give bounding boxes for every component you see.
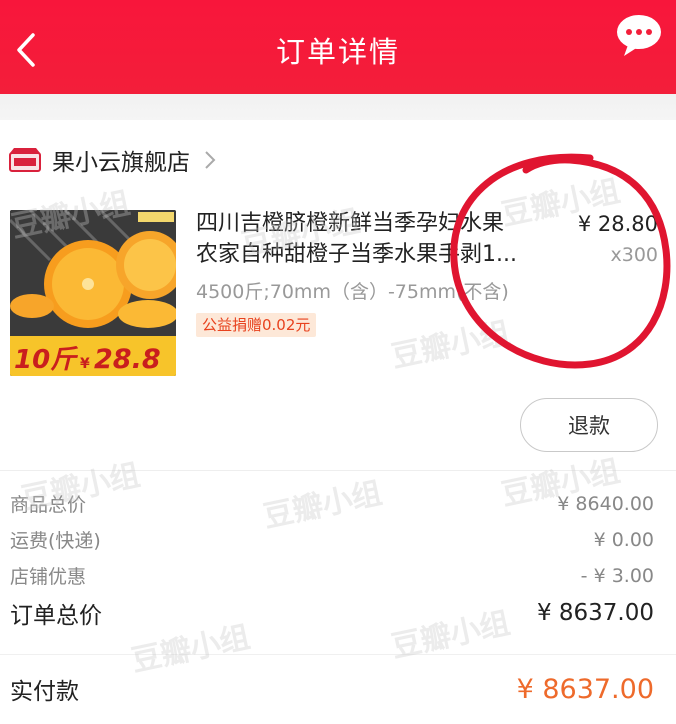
page-title: 订单详情 bbox=[275, 35, 400, 69]
discount-row: 店铺优惠 - ¥ 3.00 bbox=[10, 562, 654, 589]
watermark: 豆瓣小组 bbox=[388, 315, 514, 376]
product-title[interactable]: 四川吉橙脐橙新鲜当季孕妇水果 农家自种甜橙子当季水果手剥1... bbox=[196, 208, 544, 270]
paid-value: ¥ 8637.00 bbox=[516, 673, 654, 705]
order-total-label: 订单总价 bbox=[10, 603, 102, 629]
image-price-text: 28.8 bbox=[94, 344, 161, 375]
chat-bubble-icon bbox=[617, 15, 661, 56]
divider bbox=[0, 470, 676, 471]
shipping-label: 运费(快递) bbox=[10, 530, 101, 552]
goods-total-value: ¥ 8640.00 bbox=[557, 492, 654, 515]
goods-total-row: 商品总价 ¥ 8640.00 bbox=[10, 490, 654, 517]
order-total-row: 订单总价 ¥ 8637.00 bbox=[10, 596, 654, 630]
shipping-value: ¥ 0.00 bbox=[593, 528, 654, 551]
charity-badge: 公益捐赠0.02元 bbox=[196, 313, 317, 337]
orange-photo: 10斤 ¥ 28.8 bbox=[10, 210, 176, 376]
discount-label: 店铺优惠 bbox=[10, 566, 87, 588]
back-arrow-icon bbox=[17, 33, 35, 67]
paid-label: 实付款 bbox=[10, 679, 79, 705]
image-price-prefix: ¥ bbox=[80, 356, 90, 372]
goods-total-label: 商品总价 bbox=[10, 494, 87, 516]
shop-name: 果小云旗舰店 bbox=[52, 150, 190, 176]
product-spec: 4500斤;70mm（含）-75mm(不含) bbox=[196, 281, 509, 303]
header-bar: 订单详情 bbox=[0, 0, 676, 94]
shop-icon bbox=[9, 148, 41, 172]
paid-row: 实付款 ¥ 8637.00 bbox=[10, 672, 654, 706]
chat-button[interactable] bbox=[614, 10, 664, 62]
product-title-line1: 四川吉橙脐橙新鲜当季孕妇水果 bbox=[196, 211, 505, 236]
chevron-right-icon bbox=[205, 151, 216, 169]
product-quantity: x300 bbox=[610, 244, 658, 266]
product-title-line2: 农家自种甜橙子当季水果手剥1... bbox=[196, 242, 517, 267]
discount-value: - ¥ 3.00 bbox=[580, 564, 654, 587]
back-button[interactable] bbox=[8, 28, 44, 72]
refund-button[interactable]: 退款 bbox=[520, 398, 658, 452]
product-image[interactable]: 10斤 ¥ 28.8 bbox=[10, 210, 176, 376]
order-total-value: ¥ 8637.00 bbox=[536, 600, 654, 626]
product-unit-price: ¥ 28.80 bbox=[577, 212, 658, 236]
shop-link[interactable]: 果小云旗舰店 bbox=[8, 140, 216, 180]
section-gap bbox=[0, 94, 676, 120]
shipping-row: 运费(快递) ¥ 0.00 bbox=[10, 526, 654, 553]
image-weight-text: 10斤 bbox=[14, 345, 79, 375]
